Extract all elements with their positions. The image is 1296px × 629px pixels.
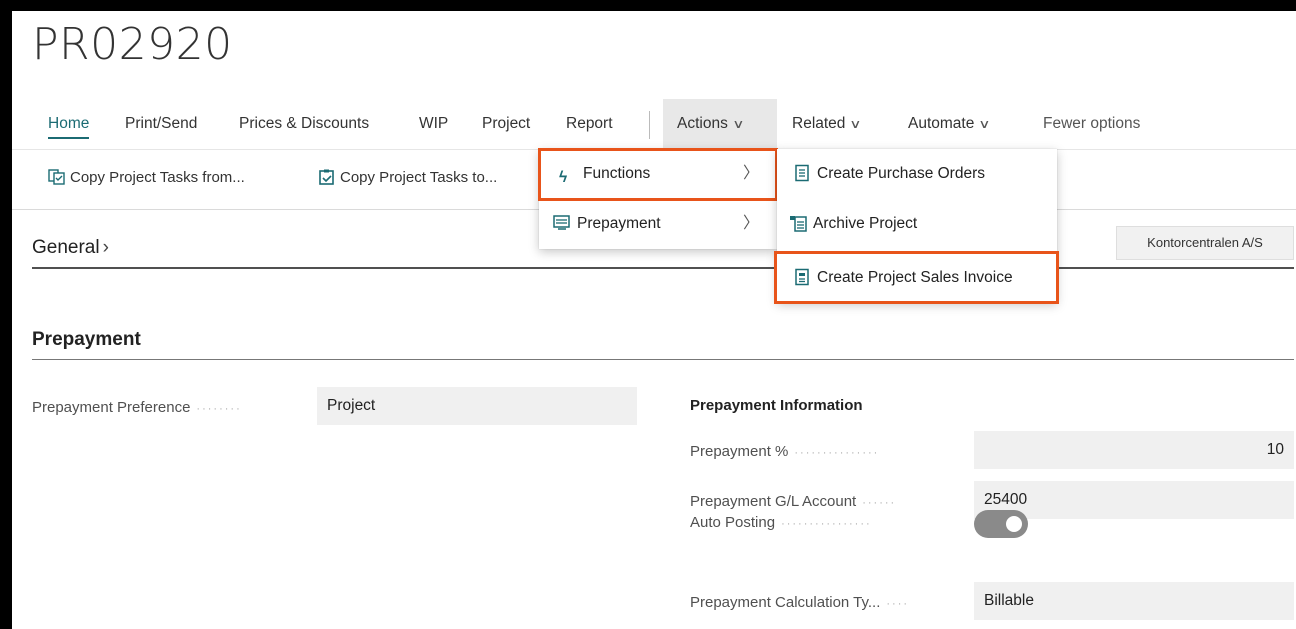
prepayment-preference-label-text: Prepayment Preference	[32, 399, 191, 416]
section-general-title: General	[32, 237, 100, 258]
chevron-right-icon: 〉	[742, 215, 759, 232]
prepayment-information-heading: Prepayment Information	[690, 397, 863, 414]
tab-related-label: Related	[792, 115, 846, 132]
page-title: PR02920	[32, 19, 233, 70]
tab-print-send[interactable]: Print/Send	[125, 99, 197, 149]
prepayment-percent-label-text: Prepayment %	[690, 443, 789, 460]
tab-project[interactable]: Project	[482, 99, 530, 149]
copy-tasks-to-label: Copy Project Tasks to...	[340, 169, 498, 186]
customer-name-badge: Kontorcentralen A/S	[1116, 226, 1294, 260]
leader-dots: ················	[781, 518, 872, 530]
tab-actions-label: Actions	[677, 115, 728, 132]
copy-tasks-to-button[interactable]: Copy Project Tasks to...	[318, 150, 497, 205]
tab-home-label: Home	[48, 115, 90, 132]
menu-item-prepayment-label: Prepayment	[577, 215, 661, 232]
section-general-header[interactable]: General ›	[32, 237, 109, 259]
tab-report[interactable]: Report	[566, 99, 613, 149]
tab-active-underline	[48, 137, 90, 139]
tab-home[interactable]: Home	[48, 99, 90, 149]
prepayment-preference-label: Prepayment Preference ········	[32, 399, 242, 416]
menu-item-prepayment[interactable]: Prepayment 〉	[539, 199, 777, 249]
copy-tasks-icon	[48, 169, 65, 185]
tab-wip[interactable]: WIP	[419, 99, 448, 149]
copy-tasks-to-icon	[319, 169, 334, 185]
tab-related[interactable]: Related ∨	[792, 99, 862, 149]
chevron-down-icon: ∨	[849, 117, 862, 131]
archive-icon	[790, 216, 807, 232]
tab-divider	[649, 111, 650, 139]
menu-item-create-purchase-orders-label: Create Purchase Orders	[817, 165, 985, 182]
copy-tasks-from-label: Copy Project Tasks from...	[70, 169, 245, 186]
prepayment-preference-field[interactable]: Project	[317, 387, 637, 425]
project-card-page: PR02920 Home Print/Send Prices & Discoun…	[12, 11, 1296, 629]
auto-posting-label: Auto Posting ················	[690, 514, 872, 531]
prepayment-calculation-type-label-text: Prepayment Calculation Ty...	[690, 594, 881, 611]
highlight-functions	[538, 148, 778, 201]
prepayment-gl-account-label-text: Prepayment G/L Account	[690, 493, 857, 510]
menu-item-create-purchase-orders[interactable]: Create Purchase Orders	[777, 149, 1057, 199]
section-prepayment-title[interactable]: Prepayment	[32, 329, 141, 351]
chevron-right-icon: ›	[102, 237, 109, 258]
action-bar-tabs: Home Print/Send Prices & Discounts WIP P…	[12, 99, 1296, 149]
tab-fewer-options[interactable]: Fewer options	[1043, 99, 1140, 149]
prepayment-calculation-type-field[interactable]: Billable	[974, 582, 1294, 620]
copy-tasks-from-button[interactable]: Copy Project Tasks from...	[48, 150, 245, 205]
tab-automate[interactable]: Automate ∨	[908, 99, 991, 149]
auto-posting-toggle[interactable]	[974, 510, 1028, 538]
tab-actions[interactable]: Actions ∨	[663, 99, 777, 149]
purchase-order-icon	[795, 164, 809, 182]
prepayment-calculation-type-label: Prepayment Calculation Ty... ····	[690, 594, 909, 611]
prepayment-icon	[553, 215, 570, 230]
leader-dots: ···············	[794, 447, 880, 459]
leader-dots: ······	[862, 497, 897, 509]
menu-item-archive-project-label: Archive Project	[813, 215, 918, 232]
section-general-rule	[32, 267, 1294, 269]
prepayment-percent-label: Prepayment % ···············	[690, 443, 879, 460]
leader-dots: ········	[196, 403, 242, 415]
tab-automate-label: Automate	[908, 115, 975, 132]
prepayment-percent-field[interactable]: 10	[974, 431, 1294, 469]
menu-item-archive-project[interactable]: Archive Project	[777, 199, 1057, 249]
leader-dots: ····	[886, 598, 910, 610]
chevron-down-icon: ∨	[978, 117, 991, 131]
auto-posting-label-text: Auto Posting	[690, 514, 776, 531]
tab-prices-discounts[interactable]: Prices & Discounts	[239, 99, 369, 149]
toggle-knob	[1006, 516, 1022, 532]
highlight-create-project-sales-invoice	[774, 251, 1059, 304]
section-prepayment-rule	[32, 359, 1294, 360]
prepayment-gl-account-label: Prepayment G/L Account ······	[690, 493, 896, 510]
chevron-down-icon: ∨	[732, 117, 745, 131]
